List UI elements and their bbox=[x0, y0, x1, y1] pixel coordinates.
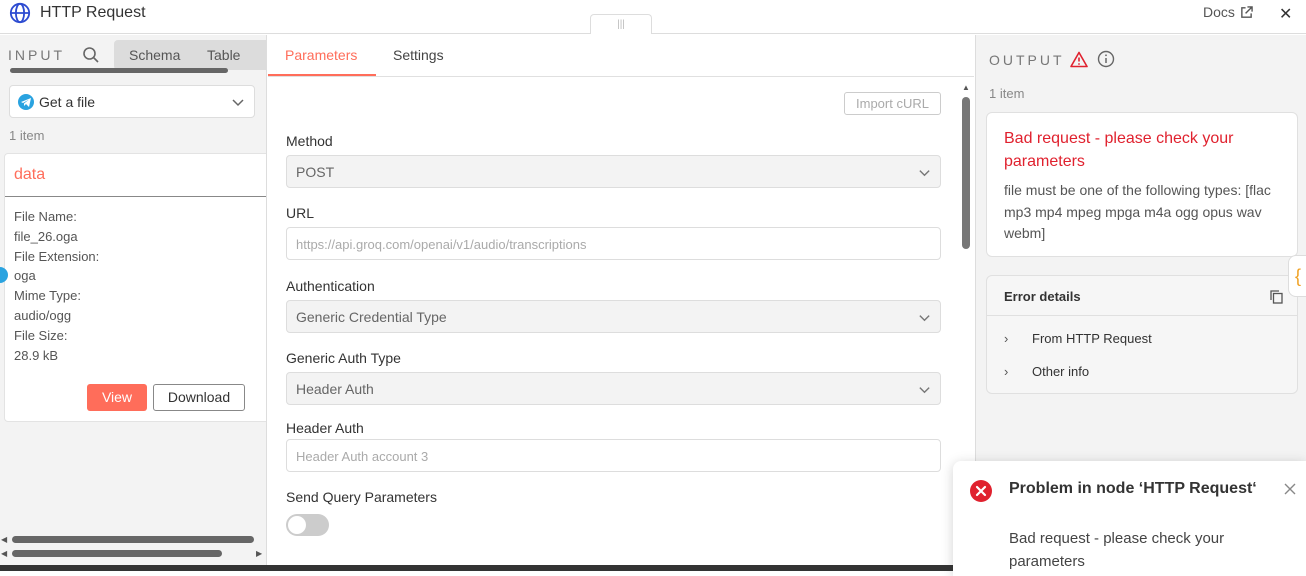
warning-icon bbox=[1070, 51, 1088, 68]
field-value: 28.9 kB bbox=[14, 347, 59, 363]
bottom-bar bbox=[0, 565, 953, 571]
divider bbox=[5, 196, 266, 197]
docs-label: Docs bbox=[1203, 4, 1235, 20]
active-tab-indicator bbox=[268, 74, 376, 76]
authentication-select[interactable]: Generic Credential Type bbox=[286, 300, 941, 333]
info-icon[interactable] bbox=[1097, 50, 1115, 68]
field-label: File Size: bbox=[14, 327, 68, 343]
toast-message: Bad request - please check your paramete… bbox=[1009, 530, 1225, 570]
toggle-knob bbox=[288, 516, 306, 534]
tab-parameters[interactable]: Parameters bbox=[285, 47, 357, 63]
method-label: Method bbox=[286, 133, 333, 149]
display-mode-toggle: Schema Table bbox=[114, 40, 266, 70]
field-value: oga bbox=[14, 268, 36, 284]
header-auth-placeholder: Header Auth account 3 bbox=[296, 449, 429, 464]
error-description: file must be one of the following types:… bbox=[1004, 182, 1271, 241]
input-node-select[interactable]: Get a file bbox=[9, 85, 255, 118]
error-details-row-label: From HTTP Request bbox=[1032, 331, 1152, 346]
authentication-value: Generic Credential Type bbox=[296, 309, 447, 325]
header-auth-label: Header Auth bbox=[286, 420, 364, 436]
method-select[interactable]: POST bbox=[286, 155, 941, 188]
field-label: File Extension: bbox=[14, 248, 100, 264]
error-details-header: Error details bbox=[987, 276, 1297, 316]
view-button[interactable]: View bbox=[87, 384, 147, 411]
field-label: Mime Type: bbox=[14, 288, 81, 304]
scroll-right-arrow-icon[interactable]: ▶ bbox=[256, 549, 262, 558]
url-placeholder: https://api.groq.com/openai/v1/audio/tra… bbox=[296, 237, 587, 252]
output-item-count: 1 item bbox=[989, 86, 1025, 101]
scroll-up-arrow-icon[interactable]: ▲ bbox=[962, 83, 970, 92]
url-input[interactable]: https://api.groq.com/openai/v1/audio/tra… bbox=[286, 227, 941, 260]
error-details-row-from-http-request[interactable]: › From HTTP Request bbox=[1004, 331, 1152, 346]
tab-table[interactable]: Table bbox=[207, 47, 240, 63]
close-button[interactable]: ✕ bbox=[1279, 4, 1292, 24]
horizontal-scrollbar[interactable] bbox=[12, 550, 222, 557]
input-item-count: 1 item bbox=[9, 128, 45, 143]
panel-drag-handle[interactable]: ||| bbox=[590, 14, 652, 34]
chevron-right-icon: › bbox=[1004, 364, 1009, 379]
horizontal-scrollbar[interactable] bbox=[10, 68, 228, 73]
binary-key: data bbox=[14, 166, 46, 183]
method-value: POST bbox=[296, 164, 335, 180]
search-icon[interactable] bbox=[82, 46, 100, 64]
chevron-down-icon bbox=[919, 387, 930, 394]
error-toast: Problem in node ‘HTTP Request‘ Bad reque… bbox=[953, 461, 1306, 576]
chevron-down-icon bbox=[919, 170, 930, 177]
error-circle-icon bbox=[970, 480, 992, 502]
chevron-down-icon bbox=[232, 99, 244, 107]
toast-title: Problem in node ‘HTTP Request‘ bbox=[1009, 480, 1257, 497]
external-link-icon bbox=[1241, 5, 1253, 18]
send-query-parameters-label: Send Query Parameters bbox=[286, 489, 437, 505]
parameters-panel: Parameters Settings Import cURL Method P… bbox=[268, 35, 974, 571]
generic-auth-type-select[interactable]: Header Auth bbox=[286, 372, 941, 405]
header-auth-credential-select[interactable]: Header Auth account 3 bbox=[286, 439, 941, 472]
vertical-scrollbar[interactable] bbox=[962, 97, 970, 249]
docs-link[interactable]: Docs bbox=[1203, 4, 1253, 20]
tab-schema[interactable]: Schema bbox=[129, 47, 180, 63]
error-message-card: Bad request - please check your paramete… bbox=[986, 112, 1298, 257]
input-panel: INPUT Schema Table Get a file 1 item dat… bbox=[0, 35, 267, 571]
output-label: OUTPUT bbox=[989, 52, 1065, 68]
json-view-side-tab[interactable]: { bbox=[1288, 255, 1306, 297]
globe-icon bbox=[9, 2, 31, 24]
horizontal-scrollbar[interactable] bbox=[12, 536, 254, 543]
field-label: File Name: bbox=[14, 209, 77, 224]
parameter-tabs: Parameters Settings bbox=[268, 35, 974, 77]
scroll-left-arrow-icon[interactable]: ◀ bbox=[1, 535, 7, 544]
chevron-down-icon bbox=[919, 315, 930, 322]
send-query-parameters-toggle[interactable] bbox=[286, 514, 329, 536]
copy-icon[interactable] bbox=[1270, 290, 1283, 304]
chevron-right-icon: › bbox=[1004, 331, 1009, 346]
input-label: INPUT bbox=[8, 47, 65, 63]
binary-fields: File Name: file_26.oga File Extension: o… bbox=[14, 207, 99, 365]
url-label: URL bbox=[286, 205, 315, 221]
tab-settings[interactable]: Settings bbox=[393, 47, 444, 63]
scroll-left-arrow-icon[interactable]: ◀ bbox=[1, 549, 7, 558]
generic-auth-type-label: Generic Auth Type bbox=[286, 350, 401, 366]
import-curl-button[interactable]: Import cURL bbox=[844, 92, 941, 115]
input-node-select-value: Get a file bbox=[39, 94, 96, 110]
error-details-title: Error details bbox=[1004, 289, 1081, 304]
error-title: Bad request - please check your paramete… bbox=[1004, 130, 1234, 170]
field-value: file_26.oga bbox=[14, 228, 78, 244]
node-title[interactable]: HTTP Request bbox=[40, 4, 146, 22]
close-icon[interactable] bbox=[1284, 483, 1296, 495]
authentication-label: Authentication bbox=[286, 278, 375, 294]
ndv-header: HTTP Request Docs ✕ bbox=[0, 0, 1306, 34]
generic-auth-type-value: Header Auth bbox=[296, 381, 374, 397]
binary-data-card: data File Name: file_26.oga File Extensi… bbox=[4, 153, 266, 422]
field-value: audio/ogg bbox=[14, 307, 72, 323]
download-button[interactable]: Download bbox=[153, 384, 245, 411]
error-details-row-label: Other info bbox=[1032, 364, 1090, 379]
error-details-card: Error details › From HTTP Request › Other … bbox=[986, 275, 1298, 394]
error-details-row-other-info[interactable]: › Other info bbox=[1004, 364, 1089, 379]
telegram-plane-icon bbox=[21, 98, 31, 107]
